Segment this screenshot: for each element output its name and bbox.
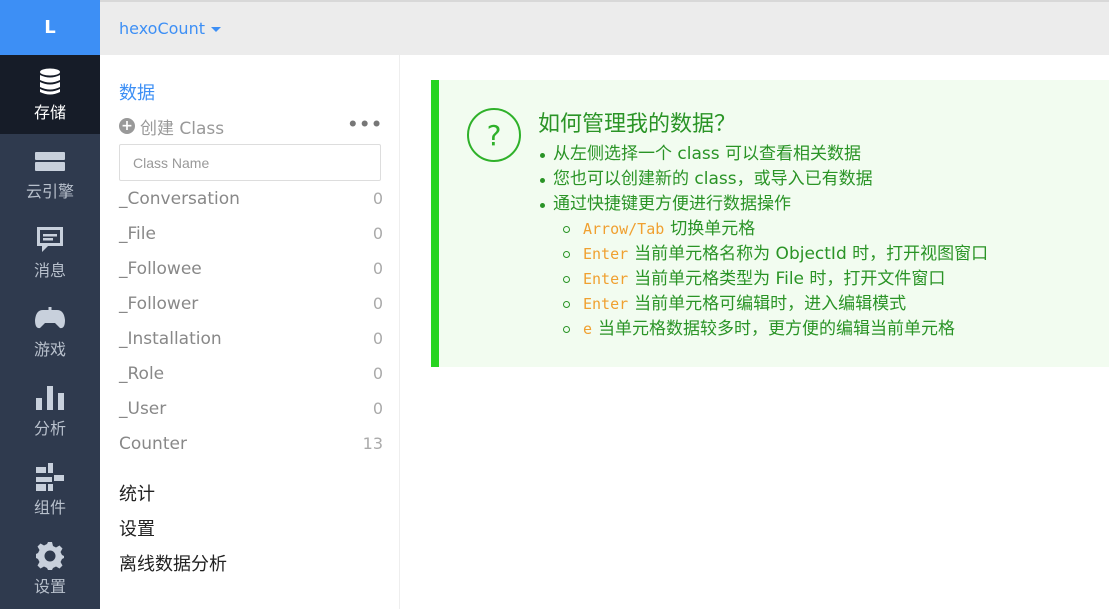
components-icon (36, 462, 64, 492)
shortcut-item: Enter 当前单元格类型为 File 时，打开文件窗口 (562, 267, 988, 292)
sidebar-links: 统计 设置 离线数据分析 (119, 475, 227, 580)
shortcut-desc: 切换单元格 (670, 219, 756, 239)
shortcut-key: Enter (583, 245, 629, 263)
question-icon: ? (467, 108, 521, 162)
rail-item-label: 存储 (33, 102, 66, 122)
class-item-user[interactable]: _User 0 (119, 391, 383, 426)
bar-chart-icon (36, 383, 64, 413)
shortcut-desc: 当前单元格类型为 File 时，打开文件窗口 (634, 269, 946, 289)
class-name: _File (119, 223, 156, 244)
class-list: _Conversation 0 _File 0 _Followee 0 _Fol… (119, 181, 383, 461)
class-name: _Followee (119, 258, 202, 279)
section-title[interactable]: 数据 (119, 79, 155, 105)
shortcut-item: Arrow/Tab 切换单元格 (562, 217, 988, 242)
class-item-follower[interactable]: _Follower 0 (119, 286, 383, 321)
app-logo[interactable]: L (0, 0, 100, 55)
class-item-installation[interactable]: _Installation 0 (119, 321, 383, 356)
class-item-counter[interactable]: Counter 13 (119, 426, 383, 461)
message-icon (36, 225, 64, 255)
rail-item-games[interactable]: 游戏 (0, 292, 100, 371)
class-count: 0 (372, 329, 383, 348)
shortcut-desc: 当前单元格可编辑时，进入编辑模式 (634, 294, 907, 314)
rail-item-analytics[interactable]: 分析 (0, 371, 100, 450)
class-count: 13 (362, 434, 383, 453)
database-icon (39, 67, 61, 97)
create-class-row: + 创建 Class ••• (119, 114, 383, 139)
shortcut-desc: 当单元格数据较多时，更方便的编辑当前单元格 (598, 319, 956, 339)
shortcut-item: e 当单元格数据较多时，更方便的编辑当前单元格 (562, 317, 988, 342)
nav-rail: L 存储 云引擎 消息 游戏 分析 组件 设置 (0, 0, 100, 609)
class-count: 0 (372, 189, 383, 208)
data-sidebar: 数据 + 创建 Class ••• _Conversation 0 _File … (100, 55, 400, 609)
class-name: _User (119, 398, 167, 419)
gamepad-icon (35, 304, 65, 334)
more-icon[interactable]: ••• (347, 115, 383, 135)
help-tips: 从左侧选择一个 class 可以查看相关数据 您也可以创建新的 class，或导… (539, 142, 989, 342)
class-count: 0 (372, 364, 383, 383)
class-item-conversation[interactable]: _Conversation 0 (119, 181, 383, 216)
rail-item-storage[interactable]: 存储 (0, 55, 100, 134)
class-count: 0 (372, 224, 383, 243)
shortcut-key: Arrow/Tab (583, 220, 665, 238)
shortcut-key: e (583, 320, 593, 338)
rail-item-label: 云引擎 (25, 181, 74, 201)
class-name: _Role (119, 363, 165, 384)
gear-icon (36, 541, 64, 571)
app-name: hexoCount (119, 19, 205, 38)
sidebar-link-stats[interactable]: 统计 (119, 475, 227, 510)
rail-item-label: 设置 (33, 576, 66, 596)
class-name: _Conversation (119, 188, 240, 209)
class-name: _Installation (119, 328, 222, 349)
rail-item-cloud-engine[interactable]: 云引擎 (0, 134, 100, 213)
rail-item-settings[interactable]: 设置 (0, 529, 100, 608)
shortcut-item: Enter 当前单元格名称为 ObjectId 时，打开视图窗口 (562, 242, 989, 267)
tip-item: 从左侧选择一个 class 可以查看相关数据 (539, 142, 988, 167)
class-name-input[interactable] (119, 144, 381, 181)
help-panel: ? 如何管理我的数据？ 从左侧选择一个 class 可以查看相关数据 您也可以创… (431, 80, 1109, 367)
app-switcher[interactable]: hexoCount (119, 19, 221, 38)
sidebar-link-offline-analytics[interactable]: 离线数据分析 (119, 545, 227, 580)
help-title: 如何管理我的数据？ (538, 112, 737, 137)
rail-item-label: 游戏 (33, 339, 66, 359)
class-count: 0 (372, 259, 383, 278)
rail-item-components[interactable]: 组件 (0, 450, 100, 529)
tip-item: 您也可以创建新的 class，或导入已有数据 (539, 167, 988, 192)
main-content: ? 如何管理我的数据？ 从左侧选择一个 class 可以查看相关数据 您也可以创… (400, 55, 1109, 609)
sidebar-link-settings[interactable]: 设置 (119, 510, 227, 545)
plus-circle-icon: + (119, 118, 135, 134)
shortcut-item: Enter 当前单元格可编辑时，进入编辑模式 (562, 292, 988, 317)
tip-item: 通过快捷键更方便进行数据操作 (539, 192, 988, 217)
class-count: 0 (372, 294, 383, 313)
rail-item-label: 分析 (33, 418, 66, 438)
server-icon (35, 146, 65, 176)
create-class-button[interactable]: 创建 Class (140, 114, 224, 139)
shortcut-desc: 当前单元格名称为 ObjectId 时，打开视图窗口 (634, 244, 989, 264)
class-item-role[interactable]: _Role 0 (119, 356, 383, 391)
class-item-followee[interactable]: _Followee 0 (119, 251, 383, 286)
rail-item-messages[interactable]: 消息 (0, 213, 100, 292)
class-name: Counter (119, 433, 187, 454)
caret-down-icon (210, 27, 221, 32)
shortcut-key: Enter (583, 295, 629, 313)
class-item-file[interactable]: _File 0 (119, 216, 383, 251)
top-bar: hexoCount (100, 0, 1109, 55)
shortcut-key: Enter (583, 270, 629, 288)
rail-item-label: 组件 (33, 497, 66, 517)
class-count: 0 (372, 399, 383, 418)
rail-item-label: 消息 (33, 260, 66, 280)
class-name: _Follower (119, 293, 199, 314)
